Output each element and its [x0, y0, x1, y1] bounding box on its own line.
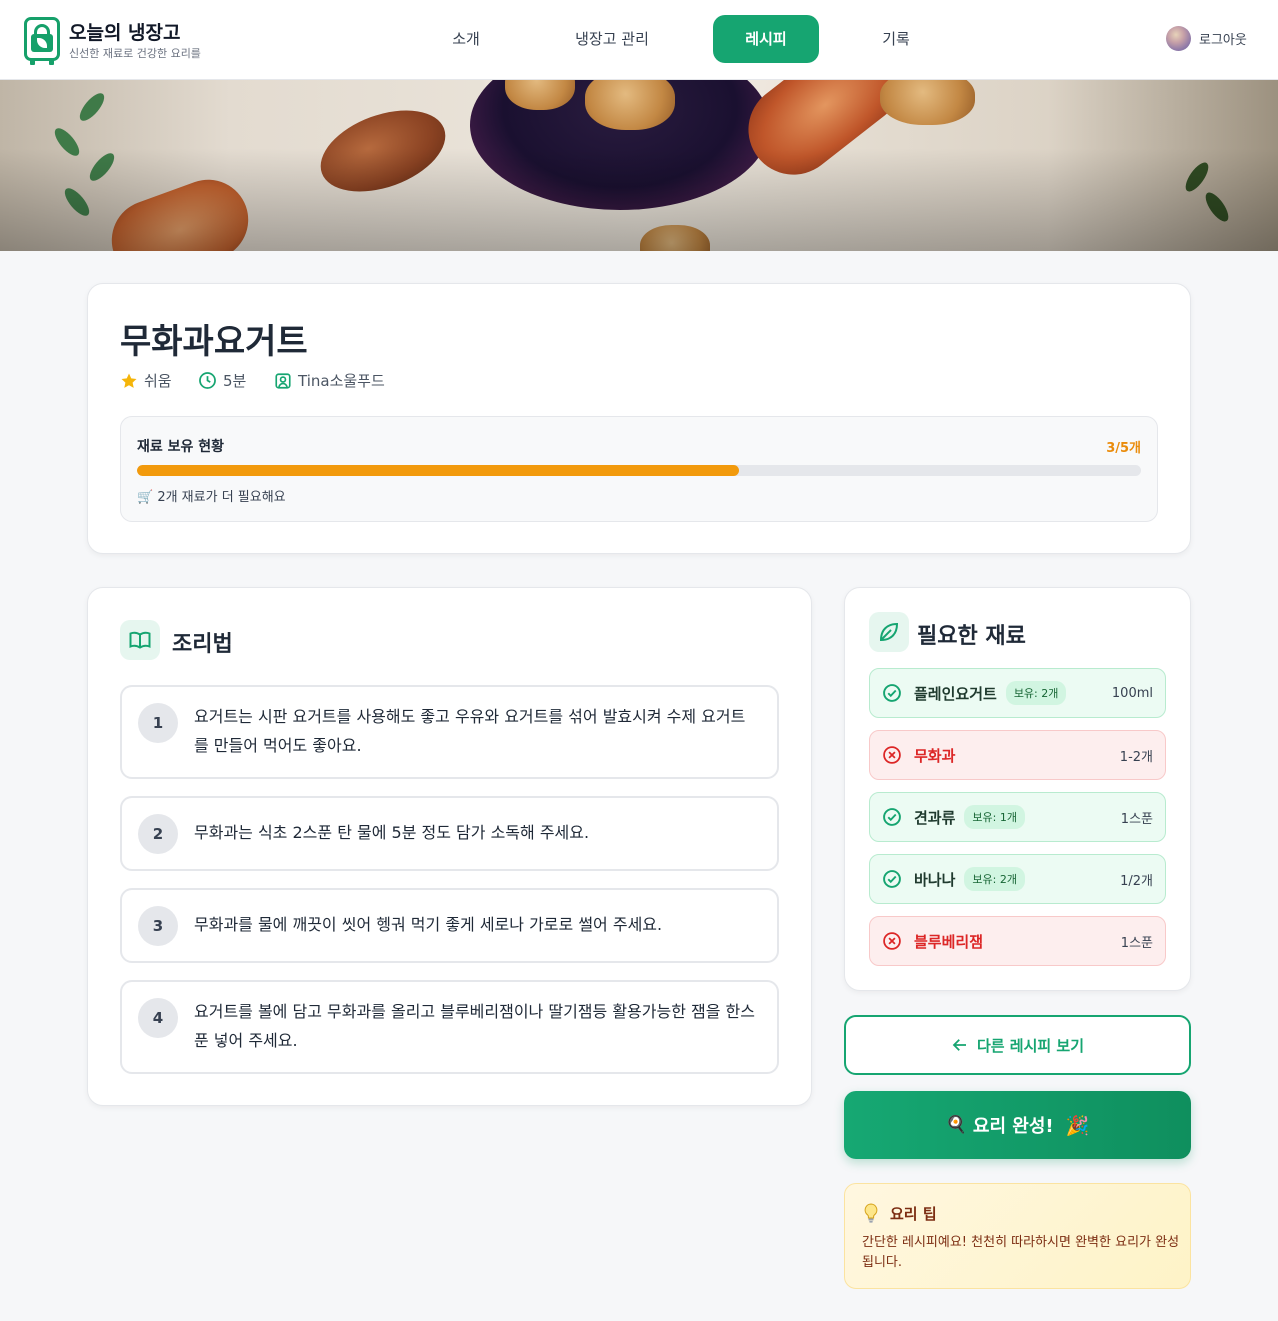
stock-note: 🛒 2개 재료가 더 필요해요	[137, 490, 286, 505]
user-icon	[275, 372, 291, 389]
fridge-logo-icon[interactable]	[24, 17, 60, 65]
x-circle-icon	[882, 931, 902, 951]
step-number: 4	[138, 998, 178, 1038]
difficulty-text: 쉬움	[144, 372, 172, 390]
step-text: 요거트는 시판 요거트를 사용해도 좋고 우유와 요거트를 섞어 발효시켜 수제…	[194, 707, 746, 755]
stock-count: 3/5개	[1106, 441, 1141, 456]
recipe-summary-card: 무화과요거트 쉬움 5분 Tina소울푸드 재료 보유 현황 3/5개 🛒 2개…	[87, 283, 1191, 554]
check-circle-icon	[882, 869, 902, 889]
avatar[interactable]	[1166, 26, 1191, 51]
x-circle-icon	[882, 745, 902, 765]
brand-subtitle: 신선한 재료로 건강한 요리를	[69, 47, 201, 60]
ingredient-amount: 1-2개	[1119, 749, 1153, 765]
nav-item-intro[interactable]: 소개	[419, 15, 513, 63]
other-recipes-label: 다른 레시피 보기	[976, 1036, 1085, 1055]
nav-item-fridge[interactable]: 냉장고 관리	[548, 15, 676, 63]
arrow-left-icon	[952, 1039, 966, 1051]
author-meta: Tina소울푸드	[274, 370, 385, 391]
stock-progress-fill	[137, 465, 740, 476]
step-number: 1	[138, 703, 178, 743]
instruction-step: 3 무화과를 물에 깨끗이 씻어 헹궈 먹기 좋게 세로나 가로로 썰어 주세요…	[120, 888, 779, 963]
ingredient-amount: 1스푼	[1120, 935, 1153, 951]
cooking-tip-box: 요리 팁 간단한 레시피예요! 천천히 따라하시면 완벽한 요리가 완성됩니다.	[844, 1183, 1191, 1289]
other-recipes-button[interactable]: 다른 레시피 보기	[844, 1015, 1191, 1075]
frying-pan-icon: 🍳	[945, 1115, 967, 1135]
ingredient-row[interactable]: 블루베리잼 1스푼	[869, 916, 1166, 966]
difficulty-meta: 쉬움	[120, 370, 172, 391]
ingredient-row[interactable]: 견과류 보유: 1개 1스푼	[869, 792, 1166, 842]
star-icon	[121, 373, 137, 388]
stock-label: 재료 보유 현황	[137, 439, 225, 455]
time-meta: 5분	[198, 370, 246, 391]
ingredient-amount: 1/2개	[1120, 873, 1153, 889]
step-number: 3	[138, 906, 178, 946]
ingredients-title: 필요한 재료	[917, 624, 1026, 649]
leaf-icon	[869, 612, 909, 652]
lightbulb-icon	[864, 1203, 878, 1223]
tip-title: 요리 팁	[890, 1205, 937, 1223]
brand-title[interactable]: 오늘의 냉장고	[69, 18, 181, 45]
party-popper-icon: 🎉	[1065, 1114, 1090, 1137]
stock-progress-bar	[137, 465, 1141, 476]
ingredient-stock-panel: 재료 보유 현황 3/5개 🛒 2개 재료가 더 필요해요	[120, 416, 1158, 522]
ingredient-row[interactable]: 플레인요거트 보유: 2개 100ml	[869, 668, 1166, 718]
check-circle-icon	[882, 807, 902, 827]
step-text: 무화과를 물에 깨끗이 씻어 헹궈 먹기 좋게 세로나 가로로 썰어 주세요.	[194, 915, 663, 934]
ingredients-card: 필요한 재료 플레인요거트 보유: 2개 100ml 무화과 1-2개 견과류 보유: 1개…	[844, 587, 1191, 991]
owned-badge: 보유: 2개	[1005, 681, 1067, 705]
recipe-hero-image	[0, 80, 1278, 251]
ingredient-amount: 1스푼	[1120, 811, 1153, 827]
ingredient-name: 무화과	[914, 746, 956, 765]
ingredient-name: 견과류	[914, 808, 956, 827]
cook-time-text: 5분	[223, 372, 247, 390]
step-number: 2	[138, 814, 178, 854]
owned-badge: 보유: 1개	[964, 805, 1025, 829]
instructions-card: 조리법 1 요거트는 시판 요거트를 사용해도 좋고 우유와 요거트를 섞어 발…	[87, 587, 812, 1106]
clock-icon	[199, 372, 216, 389]
owned-badge: 보유: 2개	[964, 867, 1025, 891]
instruction-step: 2 무화과는 식초 2스푼 탄 물에 5분 정도 담가 소독해 주세요.	[120, 796, 779, 871]
ingredient-amount: 100ml	[1111, 685, 1153, 701]
ingredient-name: 플레인요거트	[914, 684, 997, 703]
instruction-step: 1 요거트는 시판 요거트를 사용해도 좋고 우유와 요거트를 섞어 발효시켜 …	[120, 685, 779, 779]
logout-link[interactable]: 로그아웃	[1199, 29, 1247, 48]
recipe-title: 무화과요거트	[120, 322, 308, 362]
nav-item-recipe[interactable]: 레시피	[713, 15, 819, 63]
check-circle-icon	[882, 683, 902, 703]
author-name[interactable]: Tina소울푸드	[298, 370, 385, 391]
tip-text: 간단한 레시피예요! 천천히 따라하시면 완벽한 요리가 완성됩니다.	[862, 1235, 1180, 1270]
ingredient-row[interactable]: 바나나 보유: 2개 1/2개	[869, 854, 1166, 904]
ingredient-row[interactable]: 무화과 1-2개	[869, 730, 1166, 780]
nav-item-history[interactable]: 기록	[849, 15, 943, 63]
instruction-step: 4 요거트를 볼에 담고 무화과를 올리고 블루베리잼이나 딸기잼등 활용가능한…	[120, 980, 779, 1074]
book-icon	[120, 620, 160, 660]
ingredient-name: 바나나	[914, 870, 956, 889]
top-nav-bar: 오늘의 냉장고 신선한 재료로 건강한 요리를 소개 냉장고 관리 레시피 기록…	[0, 0, 1278, 80]
cooking-complete-label: 요리 완성!	[972, 1116, 1054, 1137]
cooking-complete-button[interactable]: 🍳 요리 완성! 🎉	[844, 1091, 1191, 1159]
step-text: 요거트를 볼에 담고 무화과를 올리고 블루베리잼이나 딸기잼등 활용가능한 잼…	[194, 1002, 755, 1050]
step-text: 무화과는 식초 2스푼 탄 물에 5분 정도 담가 소독해 주세요.	[194, 823, 590, 842]
ingredient-name: 블루베리잼	[914, 932, 984, 951]
instructions-title: 조리법	[172, 632, 233, 657]
